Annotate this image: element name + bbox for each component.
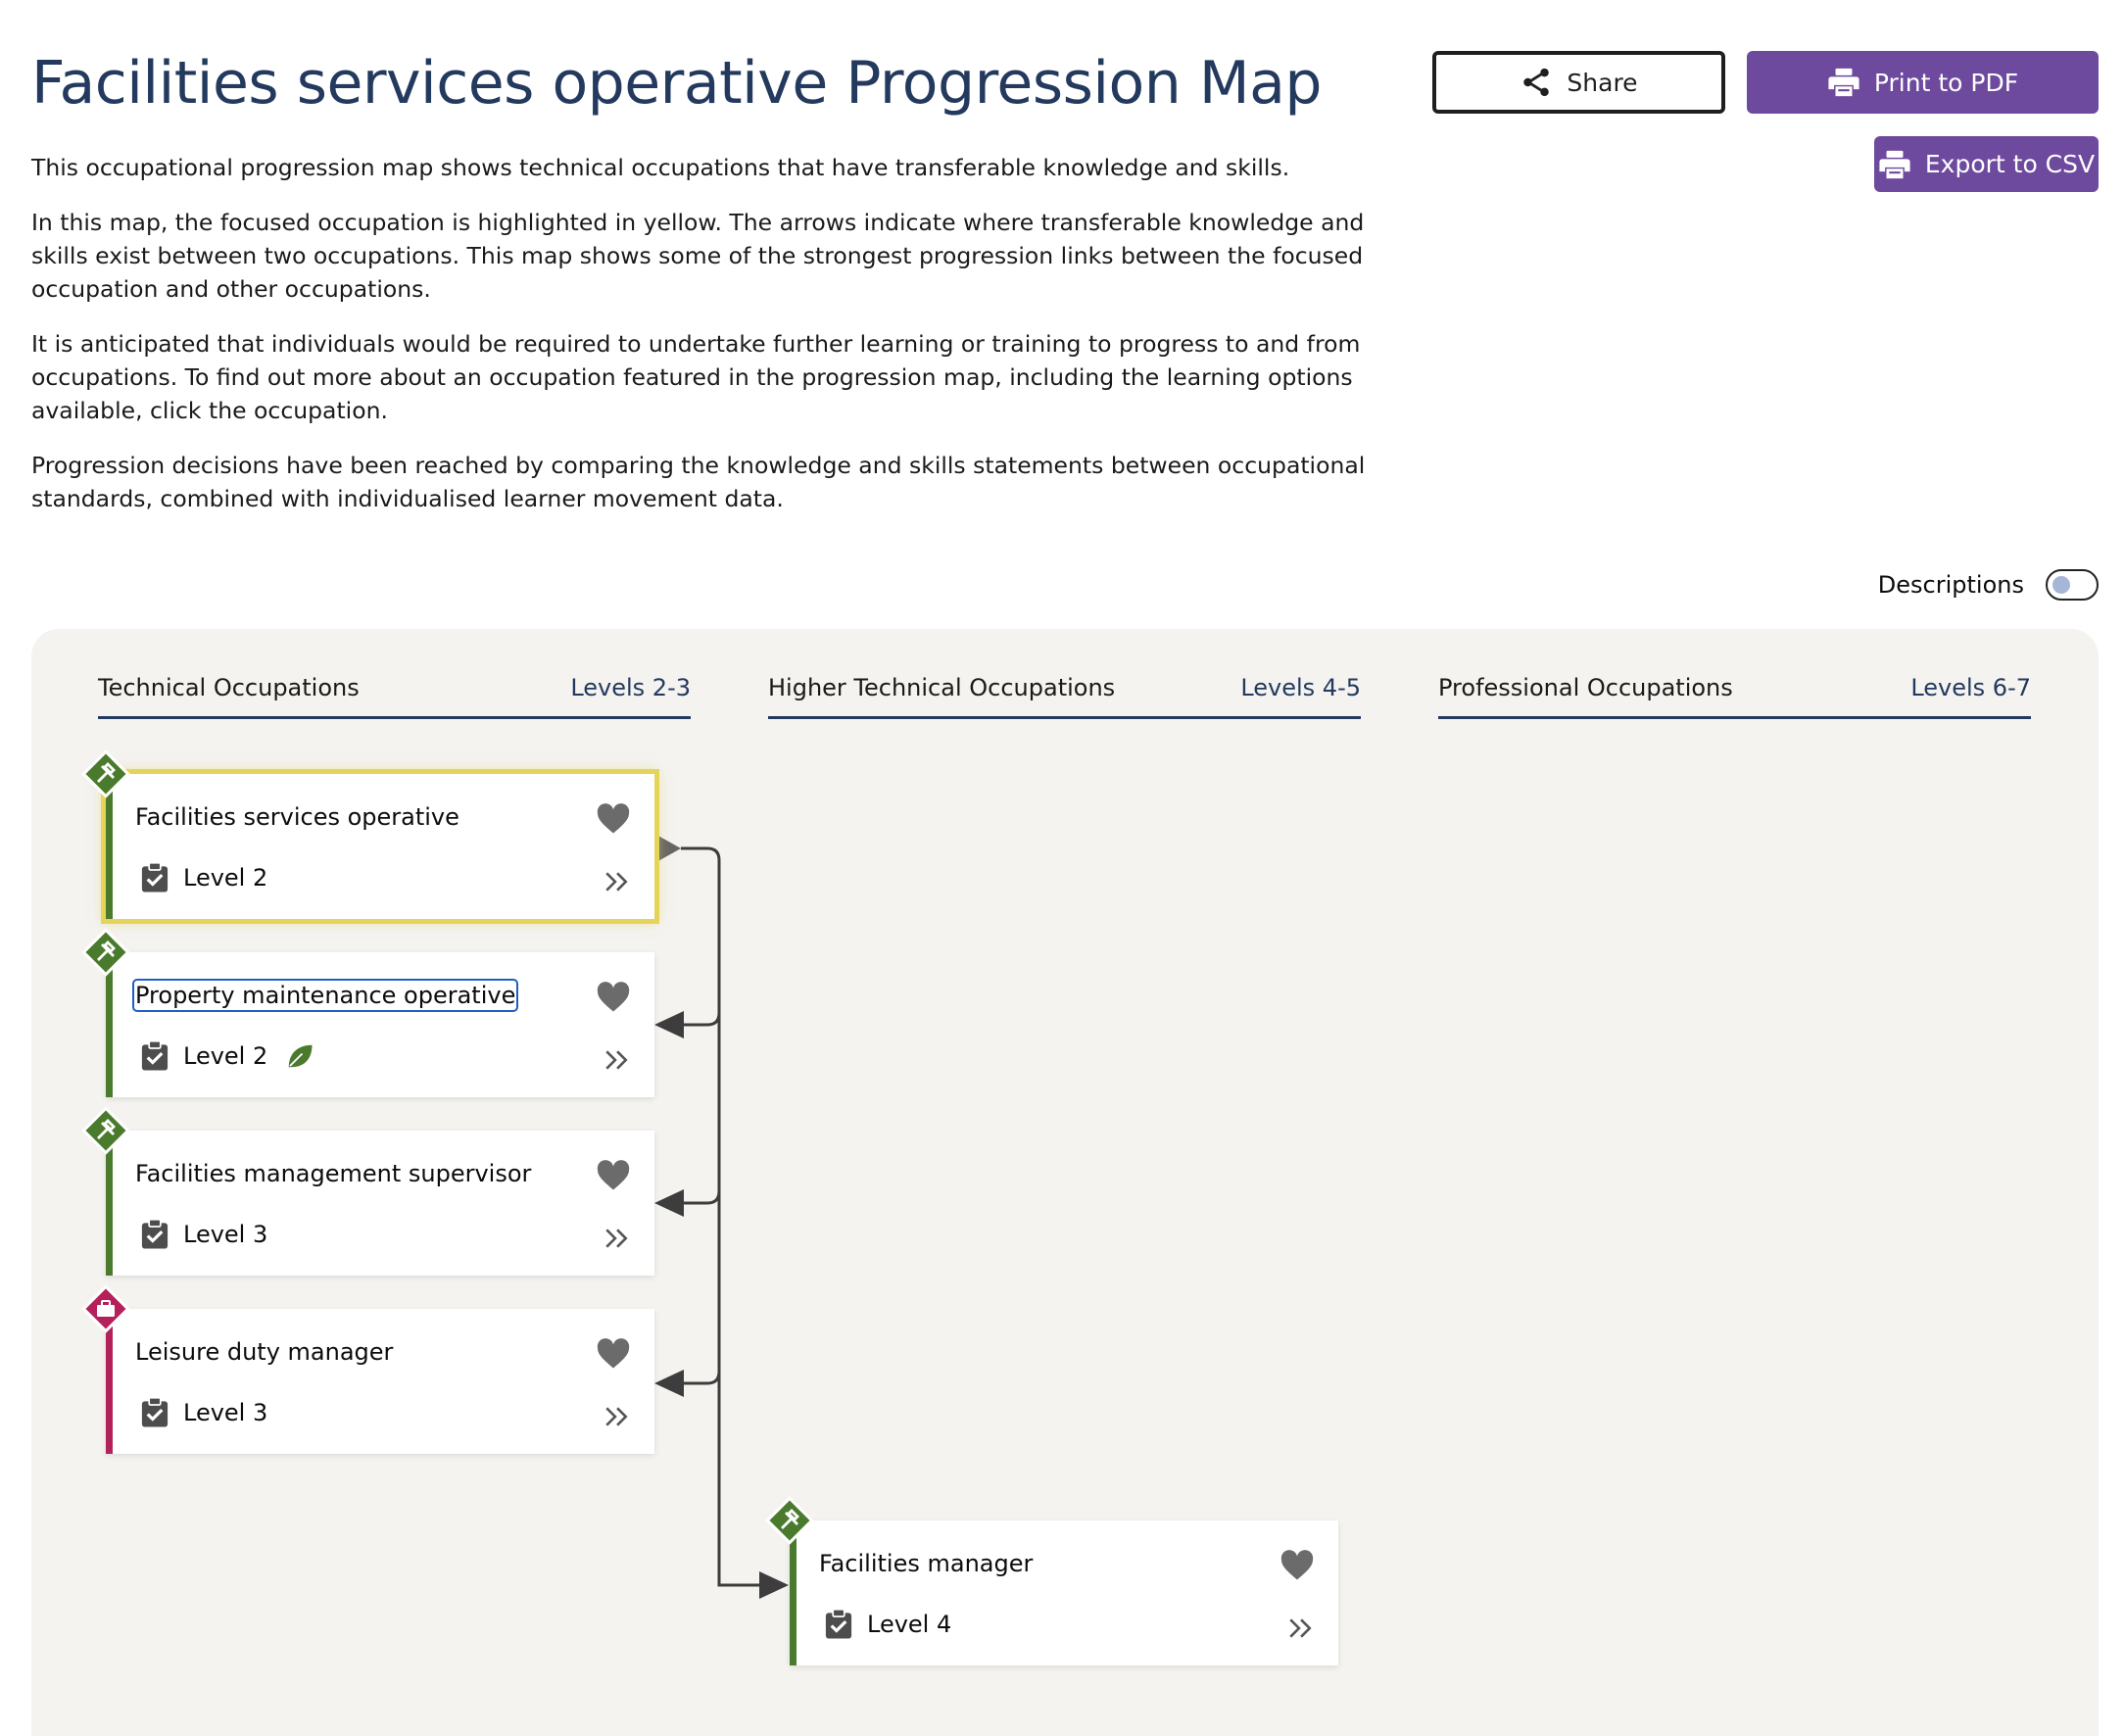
column-levels: Levels 2-3 <box>570 674 691 701</box>
intro-paragraph: Progression decisions have been reached … <box>31 452 1366 512</box>
column-title: Technical Occupations <box>98 674 360 701</box>
heart-icon[interactable] <box>596 803 631 835</box>
double-chevron-right-icon[interactable] <box>1287 1616 1313 1640</box>
descriptions-toggle[interactable] <box>2046 569 2099 601</box>
briefcase-icon <box>81 1284 130 1333</box>
intro-paragraph: In this map, the focused occupation is h… <box>31 209 1365 303</box>
level-row: Level 4 <box>824 1609 951 1640</box>
clipboard-check-icon <box>141 1397 169 1427</box>
descriptions-toggle-row: Descriptions <box>1878 569 2099 601</box>
occupation-card[interactable]: Facilities management supervisor Level 3 <box>106 1131 654 1276</box>
clipboard-check-icon <box>141 862 169 892</box>
level-row: Level 2 <box>140 862 267 893</box>
hammer-wrench-icon <box>765 1496 814 1545</box>
intro-paragraph: This occupational progression map shows … <box>31 154 1290 181</box>
printer-icon <box>1879 150 1910 178</box>
column-title: Higher Technical Occupations <box>768 674 1116 701</box>
leaf-icon <box>289 1044 313 1068</box>
column-header-higher-technical: Higher Technical Occupations Levels 4-5 <box>768 674 1361 719</box>
intro-paragraph: It is anticipated that individuals would… <box>31 330 1361 424</box>
heart-icon[interactable] <box>596 1338 631 1370</box>
column-header-professional: Professional Occupations Levels 6-7 <box>1438 674 2031 719</box>
clipboard-check-icon <box>141 1219 169 1249</box>
printer-icon <box>1828 68 1859 97</box>
csv-label: Export to CSV <box>1924 150 2096 178</box>
occupation-card[interactable]: Facilities services operative Level 2 <box>101 769 659 924</box>
heart-icon[interactable] <box>1279 1550 1315 1581</box>
occupation-card[interactable]: Property maintenance operative Level 2 <box>106 952 654 1097</box>
heart-icon[interactable] <box>596 982 631 1013</box>
occupation-name[interactable]: Facilities services operative <box>135 803 459 831</box>
double-chevron-right-icon[interactable] <box>603 870 629 893</box>
level-row: Level 2 <box>140 1040 314 1072</box>
export-csv-button[interactable]: Export to CSV <box>1874 136 2099 192</box>
share-icon <box>1523 68 1550 97</box>
double-chevron-right-icon[interactable] <box>603 1227 629 1250</box>
level-row: Level 3 <box>140 1397 267 1428</box>
print-to-pdf-button[interactable]: Print to PDF <box>1747 51 2099 114</box>
share-button[interactable]: Share <box>1432 51 1725 114</box>
column-title: Professional Occupations <box>1438 674 1733 701</box>
toggle-knob <box>2052 576 2070 594</box>
share-label: Share <box>1567 68 1638 97</box>
occupation-level: Level 4 <box>867 1611 952 1638</box>
hammer-wrench-icon <box>81 749 130 798</box>
occupation-name[interactable]: Leisure duty manager <box>135 1338 393 1366</box>
column-levels: Levels 6-7 <box>1910 674 2031 701</box>
print-label: Print to PDF <box>1873 68 2019 97</box>
occupation-level: Level 3 <box>183 1221 268 1248</box>
page-title: Facilities services operative Progressio… <box>31 49 1322 118</box>
clipboard-check-icon <box>141 1040 169 1071</box>
column-levels: Levels 4-5 <box>1240 674 1361 701</box>
occupation-level: Level 3 <box>183 1399 268 1426</box>
intro-text: This occupational progression map shows … <box>31 151 1403 537</box>
occupation-card[interactable]: Leisure duty manager Level 3 <box>106 1309 654 1454</box>
occupation-level: Level 2 <box>183 1042 268 1070</box>
occupation-name[interactable]: Facilities manager <box>819 1550 1033 1577</box>
hammer-wrench-icon <box>81 1106 130 1155</box>
clipboard-check-icon <box>825 1609 852 1639</box>
descriptions-label: Descriptions <box>1877 571 2024 599</box>
double-chevron-right-icon[interactable] <box>603 1048 629 1072</box>
hammer-wrench-icon <box>81 928 130 977</box>
column-header-technical: Technical Occupations Levels 2-3 <box>98 674 691 719</box>
occupation-card[interactable]: Facilities manager Level 4 <box>790 1520 1338 1665</box>
heart-icon[interactable] <box>596 1160 631 1191</box>
occupation-name[interactable]: Facilities management supervisor <box>135 1160 531 1187</box>
level-row: Level 3 <box>140 1219 267 1250</box>
occupation-name[interactable]: Property maintenance operative <box>131 979 519 1012</box>
double-chevron-right-icon[interactable] <box>603 1405 629 1428</box>
occupation-level: Level 2 <box>183 864 268 892</box>
